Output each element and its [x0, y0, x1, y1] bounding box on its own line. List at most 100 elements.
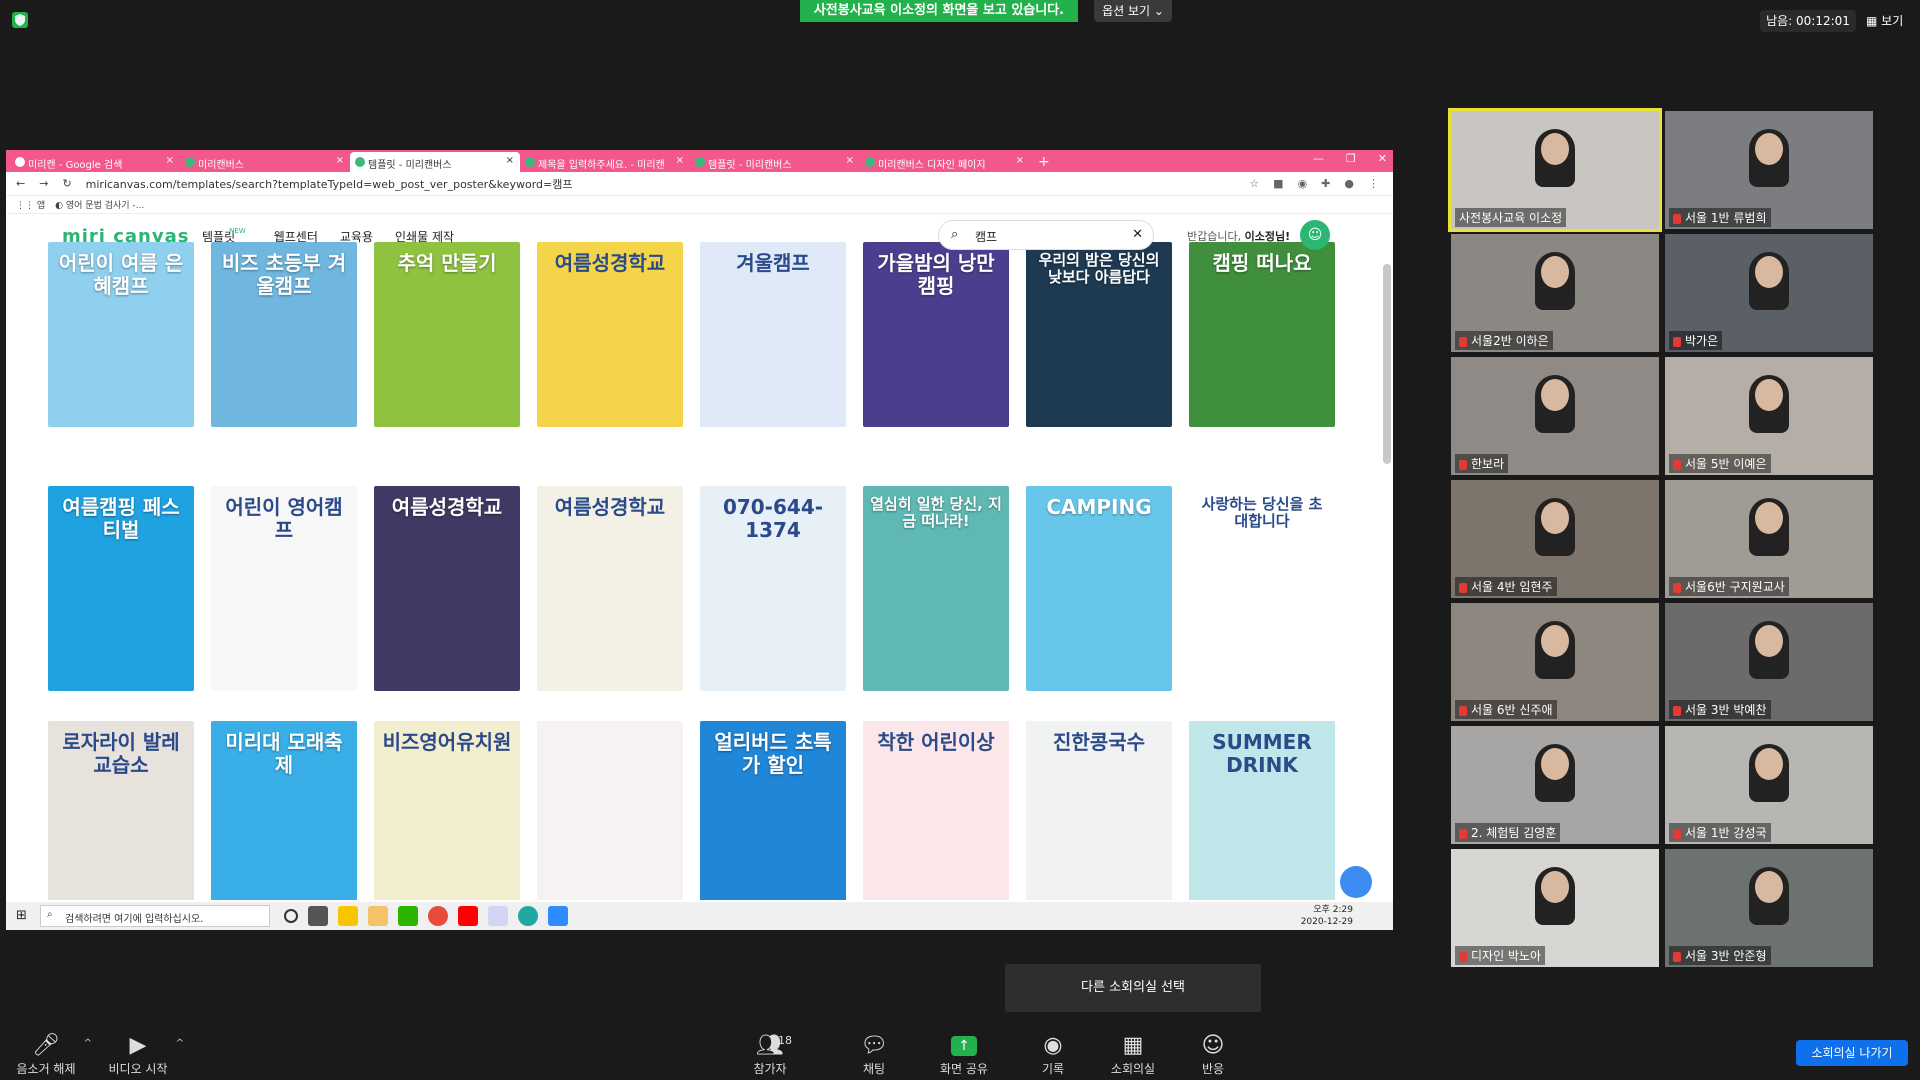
template-card[interactable]: 가을밤의 낭만캠핑	[863, 242, 1009, 427]
record-button[interactable]: ◉ 기록	[1013, 1032, 1093, 1077]
browser-tab[interactable]: 미리캔버스 ×	[180, 152, 350, 172]
view-button[interactable]: ▦ 보기	[1866, 10, 1903, 32]
template-card[interactable]: 어린이 영어캠프	[211, 486, 357, 691]
template-card[interactable]: 여름성경학교	[374, 486, 520, 691]
puzzle-icon[interactable]: ✚	[1321, 177, 1330, 190]
template-card[interactable]: 열심히 일한 당신, 지금 떠나라!	[863, 486, 1009, 691]
cortana-icon[interactable]	[284, 909, 298, 923]
participant-tile[interactable]: 서울 6반 신주애	[1451, 603, 1659, 721]
close-icon[interactable]: ×	[506, 155, 514, 166]
close-window-icon[interactable]: ✕	[1378, 152, 1387, 165]
reload-icon[interactable]: ↻	[62, 177, 71, 190]
kakaotalk-icon[interactable]	[338, 906, 358, 926]
scrollbar[interactable]	[1383, 264, 1391, 464]
extension-icon[interactable]: ■	[1273, 177, 1283, 190]
template-card[interactable]: 진한콩국수	[1026, 721, 1172, 900]
share-screen-button[interactable]: ↑ 화면 공유	[924, 1032, 1004, 1077]
template-card[interactable]: 우리의 밤은 당신의 낮보다 아름답다	[1026, 242, 1172, 427]
apps-bookmark[interactable]: ⋮⋮ 앱	[16, 198, 45, 211]
template-card[interactable]: 겨울캠프	[700, 242, 846, 427]
unmute-button[interactable]: 🎤︎ 음소거 해제 ^	[6, 1032, 92, 1077]
template-card[interactable]: 여름캠핑 페스티벌	[48, 486, 194, 691]
participant-tile[interactable]: 서울 5반 이예은	[1665, 357, 1873, 475]
template-card[interactable]: 여름성경학교	[537, 242, 683, 427]
close-icon[interactable]: ×	[846, 155, 854, 166]
template-card[interactable]: 070-644-1374	[700, 486, 846, 691]
template-card[interactable]: 미리대 모래축제	[211, 721, 357, 900]
bookmark-item[interactable]: ◐ 영어 문법 검사기 -...	[55, 198, 144, 211]
task-view-icon[interactable]	[308, 906, 328, 926]
participant-tile[interactable]: 2. 체험팀 김영훈	[1451, 726, 1659, 844]
minimize-icon[interactable]: —	[1313, 152, 1324, 165]
clear-icon[interactable]: ✕	[1132, 227, 1143, 242]
browser-tab[interactable]: 템플릿 - 미리캔버스 ×	[690, 152, 860, 172]
forward-icon[interactable]: →	[39, 177, 48, 190]
template-card[interactable]: 캠핑 떠나요	[1189, 242, 1335, 427]
participant-tile[interactable]: 박가은	[1665, 234, 1873, 352]
participant-tile[interactable]: 서울 4반 임현주	[1451, 480, 1659, 598]
app-icon[interactable]	[488, 906, 508, 926]
nav-education[interactable]: 교육용	[340, 228, 373, 245]
close-icon[interactable]: ×	[676, 155, 684, 166]
windows-start-icon[interactable]: ⊞	[16, 908, 27, 923]
chat-help-icon[interactable]	[1340, 866, 1372, 898]
breakout-rooms-button[interactable]: ▦ 소회의실	[1093, 1032, 1173, 1077]
template-card[interactable]: 비즈영어유치원	[374, 721, 520, 900]
template-card[interactable]: 로자라이 발레교습소	[48, 721, 194, 900]
miricanvas-logo[interactable]: miri canvas	[62, 226, 189, 247]
participant-tile[interactable]: 서울 3반 박예찬	[1665, 603, 1873, 721]
url-field[interactable]: miricanvas.com/templates/search?template…	[86, 176, 573, 192]
user-avatar[interactable]: ☺	[1300, 220, 1330, 250]
edge-icon[interactable]	[518, 906, 538, 926]
participant-tile[interactable]: 서울 3반 안준형	[1665, 849, 1873, 967]
profile-icon[interactable]: ●	[1344, 177, 1354, 190]
template-card[interactable]: 비즈 초등부 겨울캠프	[211, 242, 357, 427]
chrome-icon[interactable]	[428, 906, 448, 926]
close-icon[interactable]: ×	[1016, 155, 1024, 166]
reactions-button[interactable]: ☺ 반응	[1173, 1032, 1253, 1077]
browser-tab-active[interactable]: 템플릿 - 미리캔버스 ×	[350, 152, 520, 172]
caret-up-icon[interactable]: ^	[176, 1038, 184, 1049]
close-icon[interactable]: ×	[166, 155, 174, 166]
participant-tile[interactable]: 사전봉사교육 이소정	[1448, 108, 1662, 232]
nav-print[interactable]: 인쇄물 제작	[395, 228, 454, 245]
participants-button[interactable]: 👥︎ 18 참가자	[730, 1032, 810, 1077]
template-card[interactable]: 얼리버드 초특가 할인	[700, 721, 846, 900]
youtube-icon[interactable]	[458, 906, 478, 926]
participant-tile[interactable]: 서울2반 이하은	[1451, 234, 1659, 352]
participant-tile[interactable]: 서울6반 구지원교사	[1665, 480, 1873, 598]
template-card[interactable]: 추억 만들기	[374, 242, 520, 427]
star-icon[interactable]: ☆	[1249, 177, 1259, 190]
back-icon[interactable]: ←	[16, 177, 25, 190]
close-icon[interactable]: ×	[336, 155, 344, 166]
shield-icon[interactable]	[12, 12, 28, 28]
leave-breakout-room-button[interactable]: 소회의실 나가기	[1796, 1040, 1908, 1066]
template-search-input[interactable]: ⌕ 캠프 ✕	[938, 220, 1154, 250]
caret-up-icon[interactable]: ^	[84, 1038, 92, 1049]
browser-tab[interactable]: 미리캔버스 디자인 페이지 ×	[860, 152, 1030, 172]
participant-tile[interactable]: 디자인 박노아	[1451, 849, 1659, 967]
naver-icon[interactable]	[398, 906, 418, 926]
maximize-icon[interactable]: ❐	[1346, 152, 1356, 165]
template-card[interactable]: SUMMER DRINK	[1189, 721, 1335, 900]
menu-icon[interactable]: ⋮	[1368, 177, 1379, 190]
browser-tab[interactable]: 제목을 입력하주세요. - 미리캔 ×	[520, 152, 690, 172]
new-tab-icon[interactable]: +	[1030, 152, 1058, 172]
extension-icon[interactable]: ◉	[1298, 177, 1308, 190]
nav-webp-center[interactable]: 웹프센터	[274, 228, 318, 245]
folder-icon[interactable]	[368, 906, 388, 926]
template-card[interactable]: 사랑하는 당신을 초대합니다	[1189, 486, 1335, 691]
breakout-room-popup[interactable]: 다른 소회의실 선택	[1005, 964, 1261, 1012]
taskbar-search[interactable]: ⌕ 검색하려면 여기에 입력하십시오.	[40, 905, 270, 927]
view-options-button[interactable]: 옵션 보기 ⌄	[1094, 0, 1172, 22]
browser-tab[interactable]: 미리캔 - Google 검색 ×	[10, 152, 180, 172]
template-card[interactable]: 여름성경학교	[537, 486, 683, 691]
template-card[interactable]	[537, 721, 683, 900]
template-card[interactable]: 착한 어린이상	[863, 721, 1009, 900]
chat-button[interactable]: 💬︎ 채팅	[834, 1032, 914, 1077]
participant-tile[interactable]: 서울 1반 류범희	[1665, 111, 1873, 229]
start-video-button[interactable]: ▶︎ 비디오 시작 ^	[98, 1032, 184, 1077]
participant-tile[interactable]: 서울 1반 강성국	[1665, 726, 1873, 844]
zoom-icon[interactable]	[548, 906, 568, 926]
participant-tile[interactable]: 한보라	[1451, 357, 1659, 475]
